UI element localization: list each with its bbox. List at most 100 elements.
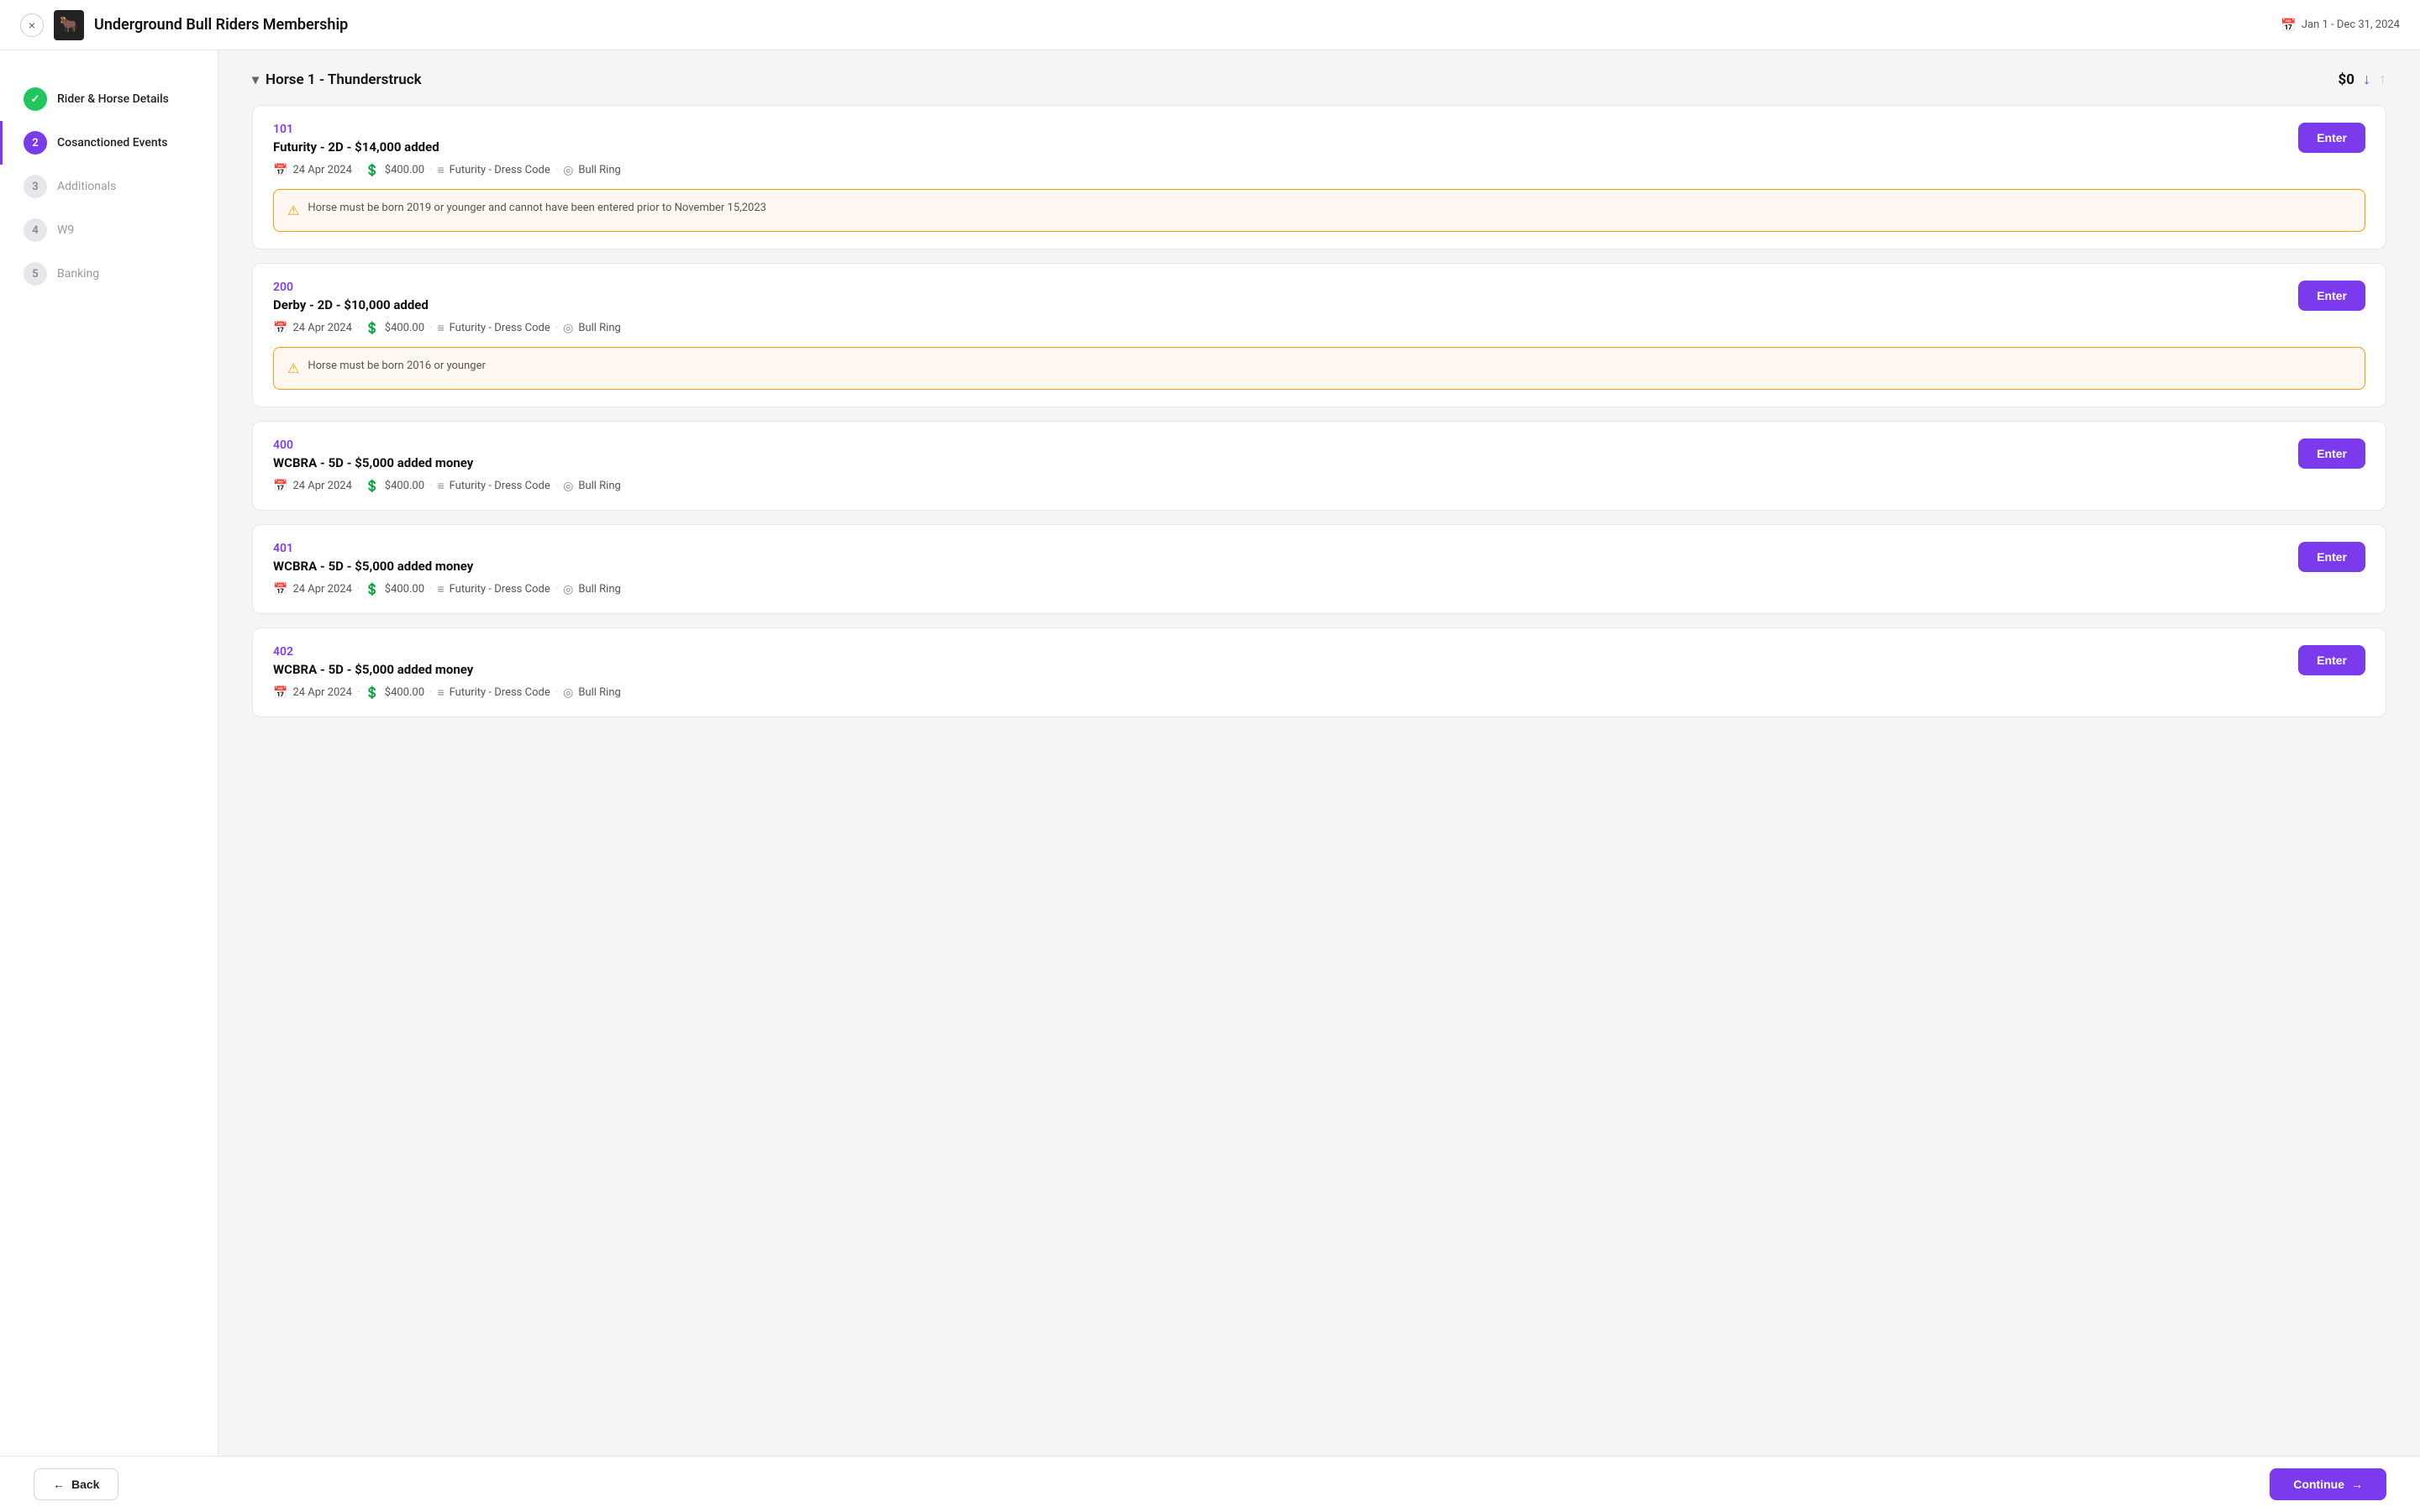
event-meta-200: 📅 24 Apr 2024 · 💲 $400.00 · ≡ Futurity -… <box>273 321 2298 335</box>
layers-meta-icon-401: ≡ <box>437 582 444 596</box>
event-card-top-401: 401 WCBRA - 5D - $5,000 added money 📅 24… <box>273 542 2365 596</box>
sidebar-item-additionals[interactable]: 3 Additionals <box>0 165 218 208</box>
event-location-101: Bull Ring <box>578 164 620 176</box>
continue-button[interactable]: Continue → <box>2270 1468 2386 1500</box>
enter-button-402[interactable]: Enter <box>2298 645 2365 675</box>
warning-text-101: Horse must be born 2019 or younger and c… <box>308 200 766 217</box>
warning-icon-200: ⚠ <box>287 359 299 379</box>
layers-meta-icon-402: ≡ <box>437 685 444 700</box>
enter-button-400[interactable]: Enter <box>2298 438 2365 469</box>
horse-total-value: $0 <box>2338 71 2354 88</box>
event-meta-400: 📅 24 Apr 2024 · 💲 $400.00 · ≡ Futurity -… <box>273 479 2298 493</box>
sidebar-label-additionals: Additionals <box>57 180 116 193</box>
event-name-101: Futurity - 2D - $14,000 added <box>273 139 2298 155</box>
event-date-200: 24 Apr 2024 <box>292 322 351 334</box>
calendar-meta-icon-101: 📅 <box>273 164 287 177</box>
header-date: 📅 Jan 1 - Dec 31, 2024 <box>2281 18 2400 33</box>
calendar-meta-icon-402: 📅 <box>273 686 287 700</box>
event-name-402: WCBRA - 5D - $5,000 added money <box>273 662 2298 677</box>
footer: ← Back Continue → <box>0 1456 2420 1512</box>
event-info-401: 401 WCBRA - 5D - $5,000 added money 📅 24… <box>273 542 2298 596</box>
calendar-icon: 📅 <box>2281 18 2296 33</box>
chevron-down-icon[interactable]: ▾ <box>252 71 259 87</box>
enter-button-401[interactable]: Enter <box>2298 542 2365 572</box>
event-meta-402: 📅 24 Apr 2024 · 💲 $400.00 · ≡ Futurity -… <box>273 685 2298 700</box>
dollar-meta-icon-400: 💲 <box>365 480 379 493</box>
close-icon: × <box>29 18 35 32</box>
sidebar: ✓ Rider & Horse Details 2 Cosanctioned E… <box>0 50 218 1512</box>
enter-button-200[interactable]: Enter <box>2298 281 2365 311</box>
event-card-400: 400 WCBRA - 5D - $5,000 added money 📅 24… <box>252 421 2386 511</box>
calendar-meta-icon-400: 📅 <box>273 480 287 493</box>
layers-meta-icon-101: ≡ <box>437 163 444 177</box>
event-fee-200: $400.00 <box>385 322 424 334</box>
event-location-400: Bull Ring <box>578 480 620 492</box>
event-card-401: 401 WCBRA - 5D - $5,000 added money 📅 24… <box>252 524 2386 614</box>
event-location-200: Bull Ring <box>578 322 620 334</box>
step-badge-3: 3 <box>24 175 47 198</box>
sidebar-item-banking[interactable]: 5 Banking <box>0 252 218 296</box>
step-badge-1: ✓ <box>24 87 47 111</box>
back-button[interactable]: ← Back <box>34 1468 118 1500</box>
header-left: × 🐂 Underground Bull Riders Membership <box>20 10 348 40</box>
event-meta-401: 📅 24 Apr 2024 · 💲 $400.00 · ≡ Futurity -… <box>273 582 2298 596</box>
step-badge-2: 2 <box>24 131 47 155</box>
events-container: 101 Futurity - 2D - $14,000 added 📅 24 A… <box>252 105 2386 717</box>
event-dress-code-200: Futurity - Dress Code <box>450 322 550 334</box>
location-meta-icon-402: ◎ <box>563 686 573 700</box>
location-meta-icon-200: ◎ <box>563 322 573 335</box>
warning-box-101: ⚠ Horse must be born 2019 or younger and… <box>273 189 2365 232</box>
main-content: ▾ Horse 1 - Thunderstruck $0 ↓ ↑ 101 Fut… <box>218 50 2420 1512</box>
event-number-200: 200 <box>273 281 2298 294</box>
event-card-101: 101 Futurity - 2D - $14,000 added 📅 24 A… <box>252 105 2386 249</box>
back-arrow-icon: ← <box>53 1478 65 1491</box>
event-info-400: 400 WCBRA - 5D - $5,000 added money 📅 24… <box>273 438 2298 493</box>
event-name-401: WCBRA - 5D - $5,000 added money <box>273 559 2298 574</box>
step-badge-4: 4 <box>24 218 47 242</box>
event-fee-402: $400.00 <box>385 686 424 699</box>
event-info-402: 402 WCBRA - 5D - $5,000 added money 📅 24… <box>273 645 2298 700</box>
event-card-top-402: 402 WCBRA - 5D - $5,000 added money 📅 24… <box>273 645 2365 700</box>
sidebar-label-cosanctioned: Cosanctioned Events <box>57 136 168 150</box>
location-meta-icon-400: ◎ <box>563 480 573 493</box>
warning-icon-101: ⚠ <box>287 201 299 221</box>
location-meta-icon-401: ◎ <box>563 583 573 596</box>
sidebar-item-cosanctioned[interactable]: 2 Cosanctioned Events <box>0 121 218 165</box>
event-fee-400: $400.00 <box>385 480 424 492</box>
warning-text-200: Horse must be born 2016 or younger <box>308 358 486 375</box>
event-card-top-200: 200 Derby - 2D - $10,000 added 📅 24 Apr … <box>273 281 2365 335</box>
step-badge-5: 5 <box>24 262 47 286</box>
event-number-401: 401 <box>273 542 2298 555</box>
horse-total-area: $0 ↓ ↑ <box>2338 71 2386 88</box>
event-fee-101: $400.00 <box>385 164 424 176</box>
close-button[interactable]: × <box>20 13 44 37</box>
dollar-meta-icon-402: 💲 <box>365 686 379 700</box>
event-date-400: 24 Apr 2024 <box>292 480 351 492</box>
sidebar-item-w9[interactable]: 4 W9 <box>0 208 218 252</box>
enter-button-101[interactable]: Enter <box>2298 123 2365 153</box>
sidebar-label-banking: Banking <box>57 267 99 281</box>
event-number-400: 400 <box>273 438 2298 452</box>
event-number-101: 101 <box>273 123 2298 136</box>
event-name-200: Derby - 2D - $10,000 added <box>273 297 2298 312</box>
event-dress-code-101: Futurity - Dress Code <box>450 164 550 176</box>
sort-up-arrow-icon[interactable]: ↑ <box>2379 71 2386 88</box>
dollar-meta-icon-200: 💲 <box>365 322 379 335</box>
event-card-top-101: 101 Futurity - 2D - $14,000 added 📅 24 A… <box>273 123 2365 177</box>
warning-box-200: ⚠ Horse must be born 2016 or younger <box>273 347 2365 390</box>
dollar-meta-icon-101: 💲 <box>365 164 379 177</box>
sidebar-item-rider-horse[interactable]: ✓ Rider & Horse Details <box>0 77 218 121</box>
sort-down-arrow-icon[interactable]: ↓ <box>2363 71 2370 88</box>
logo-icon: 🐂 <box>54 10 84 40</box>
event-number-402: 402 <box>273 645 2298 659</box>
calendar-meta-icon-200: 📅 <box>273 322 287 335</box>
event-info-200: 200 Derby - 2D - $10,000 added 📅 24 Apr … <box>273 281 2298 335</box>
event-card-top-400: 400 WCBRA - 5D - $5,000 added money 📅 24… <box>273 438 2365 493</box>
event-date-402: 24 Apr 2024 <box>292 686 351 699</box>
sidebar-label-rider-horse: Rider & Horse Details <box>57 92 169 106</box>
event-fee-401: $400.00 <box>385 583 424 596</box>
main-layout: ✓ Rider & Horse Details 2 Cosanctioned E… <box>0 50 2420 1512</box>
event-dress-code-400: Futurity - Dress Code <box>450 480 550 492</box>
event-dress-code-401: Futurity - Dress Code <box>450 583 550 596</box>
date-range-label: Jan 1 - Dec 31, 2024 <box>2302 18 2400 31</box>
